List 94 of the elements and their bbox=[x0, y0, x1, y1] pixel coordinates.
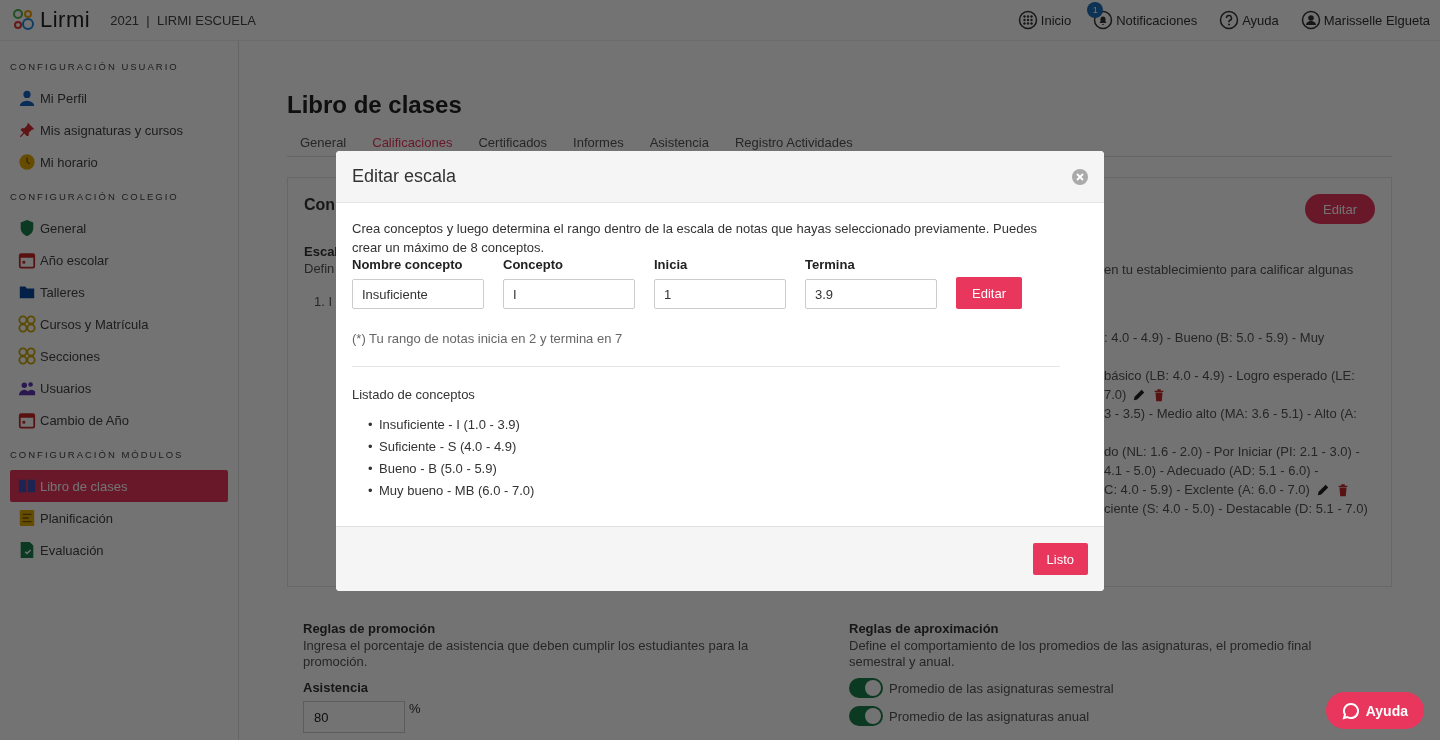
calendar-icon bbox=[18, 251, 36, 269]
list-item-text: 1. I bbox=[314, 294, 333, 309]
nav-link[interactable]: Marisselle Elgueta bbox=[1300, 10, 1430, 30]
section-description: Define el comportamiento de los promedios de las asignaturas, el promedio final semestral y anual. bbox=[849, 638, 1313, 670]
concept-item: Insuficiente - I (1.0 - 3.9) bbox=[379, 416, 520, 434]
sidebar-item[interactable]: Secciones bbox=[10, 340, 228, 372]
scale-text: C: 4.0 - 5.9) - Exclente (A: 6.0 - 7.0) bbox=[1104, 481, 1310, 499]
field-label: Asistencia bbox=[303, 680, 370, 695]
school-label: 2021 | LIRMI ESCUELA bbox=[110, 12, 256, 28]
scale-text: : 4.0 - 4.9) - Bueno (B: 5.0 - 5.9) - Muy bbox=[1104, 329, 1325, 347]
input-field[interactable]: 3.9 bbox=[805, 279, 937, 309]
notification-badge: 1 bbox=[1087, 2, 1104, 18]
toggle-label: Promedio de las asignaturas anual bbox=[889, 708, 1090, 724]
section-title: Reglas de promoción bbox=[303, 621, 437, 636]
sidebar-item[interactable]: Talleres bbox=[10, 276, 228, 308]
nav-link[interactable]: Ayuda bbox=[1219, 10, 1279, 30]
help-button[interactable]: Ayuda bbox=[1325, 692, 1424, 729]
user-icon bbox=[1300, 10, 1321, 30]
sidebar-item[interactable]: Mi horario bbox=[10, 146, 228, 178]
close-icon[interactable] bbox=[1072, 168, 1088, 185]
scale-text: 7.0) bbox=[1104, 386, 1127, 404]
input-field[interactable]: Insuficiente bbox=[352, 279, 484, 309]
sidebar-section-title: CONFIGURACIÓN USUARIO bbox=[10, 61, 180, 72]
tab[interactable]: Certificados bbox=[465, 131, 561, 156]
input-field[interactable]: 1 bbox=[654, 279, 786, 309]
sidebar-item[interactable]: Evaluación bbox=[10, 534, 228, 566]
done-button[interactable]: Listo bbox=[1032, 543, 1088, 575]
list-title: Listado de conceptos bbox=[352, 387, 476, 402]
field-label: Termina bbox=[805, 257, 856, 272]
modal-intro: Crea conceptos y luego determina el rango dentro de la escala de notas que hayas seleccionado previamente. Puedes crear un máximo de 8 conceptos. bbox=[352, 220, 1039, 257]
scale-text: básico (LB: 4.0 - 4.9) - Logro esperado (LE: bbox=[1104, 367, 1355, 385]
section-description: en tu establecimiento para calificar algunas bbox=[1104, 262, 1355, 277]
bullet-marker: • bbox=[368, 460, 372, 478]
field-label: Inicia bbox=[654, 257, 689, 272]
page-title: Libro de clases bbox=[287, 91, 463, 119]
sidebar-item[interactable]: Cambio de Año bbox=[10, 404, 228, 436]
concept-item: Suficiente - S (4.0 - 4.9) bbox=[379, 438, 517, 456]
scale-text: 4.1 - 5.0) - Adecuado (AD: 5.1 - 6.0) - bbox=[1104, 462, 1319, 480]
checklist-icon bbox=[18, 541, 36, 559]
pencil-icon[interactable] bbox=[1315, 482, 1330, 497]
edit-button[interactable]: Editar bbox=[956, 277, 1022, 309]
edit-button[interactable]: Editar bbox=[1305, 194, 1375, 224]
sidebar-item[interactable]: Año escolar bbox=[10, 244, 228, 276]
logo-icon bbox=[12, 8, 36, 32]
attendance-input[interactable]: 80 bbox=[303, 701, 405, 733]
scale-text: ciente (S: 4.0 - 5.0) - Destacable (D: 5.1 - 7.0) bbox=[1104, 500, 1368, 518]
card-heading: Con bbox=[304, 196, 336, 214]
tab[interactable]: Registro Actividades bbox=[721, 131, 866, 156]
grid-icon bbox=[1017, 10, 1038, 30]
field-label: Nombre concepto bbox=[352, 257, 464, 272]
book-icon bbox=[18, 477, 36, 495]
sidebar-item[interactable]: Usuarios bbox=[10, 372, 228, 404]
logo-text: Lirmi bbox=[40, 7, 91, 33]
sidebar-section-title: CONFIGURACIÓN COLEGIO bbox=[10, 191, 180, 202]
scale-text: 3 - 3.5) - Medio alto (MA: 3.6 - 5.1) - Alto (A: bbox=[1104, 405, 1357, 423]
toggle-label: Promedio de las asignaturas semestral bbox=[889, 680, 1114, 696]
bullet-marker: • bbox=[368, 438, 372, 456]
input-field[interactable]: I bbox=[503, 279, 635, 309]
person-icon bbox=[18, 89, 36, 107]
range-note: (*) Tu rango de notas inicia en 2 y termina en 7 bbox=[352, 331, 624, 346]
section-description: Defin bbox=[304, 261, 335, 276]
users-icon bbox=[18, 379, 36, 397]
field-label: Concepto bbox=[503, 257, 564, 272]
clock-icon bbox=[18, 153, 36, 171]
percent-label: % bbox=[409, 701, 421, 716]
concept-item: Muy bueno - MB (6.0 - 7.0) bbox=[379, 482, 535, 500]
concept-item: Bueno - B (5.0 - 5.9) bbox=[379, 460, 497, 478]
scale-text: do (NL: 1.6 - 2.0) - Por Iniciar (PI: 2.1 - 3.0) - bbox=[1104, 443, 1360, 461]
sidebar-item[interactable]: Mis asignaturas y cursos bbox=[10, 114, 228, 146]
bullet-marker: • bbox=[368, 482, 372, 500]
sidebar-item[interactable]: Cursos y Matrícula bbox=[10, 308, 228, 340]
sidebar-item[interactable]: Planificación bbox=[10, 502, 228, 534]
section-description: Ingresa el porcentaje de asistencia que deben cumplir los estudiantes para la promoción. bbox=[303, 638, 750, 670]
tab[interactable]: Calificaciones bbox=[359, 131, 466, 156]
toggle-switch[interactable] bbox=[849, 678, 883, 698]
section-title: Reglas de aproximación bbox=[849, 621, 1000, 636]
pencil-icon[interactable] bbox=[1132, 387, 1147, 402]
document-icon bbox=[18, 509, 36, 527]
bullet-marker: • bbox=[368, 416, 372, 434]
tab[interactable]: Informes bbox=[560, 131, 637, 156]
tab[interactable]: General bbox=[287, 131, 360, 156]
help-icon bbox=[1219, 10, 1240, 30]
sidebar-item[interactable]: Mi Perfil bbox=[10, 82, 228, 114]
calendar-icon bbox=[18, 411, 36, 429]
sidebar-item[interactable]: Libro de clases bbox=[10, 470, 228, 502]
nav-link[interactable]: Inicio bbox=[1017, 10, 1072, 30]
sidebar-item[interactable]: General bbox=[10, 212, 228, 244]
modal-title: Editar escala bbox=[352, 166, 457, 187]
sidebar-section-title: CONFIGURACIÓN MÓDULOS bbox=[10, 449, 185, 460]
toggle-switch[interactable] bbox=[849, 706, 883, 726]
shield-icon bbox=[18, 219, 36, 237]
tab[interactable]: Asistencia bbox=[636, 131, 722, 156]
pin-icon bbox=[18, 121, 36, 139]
chat-icon bbox=[1341, 701, 1360, 720]
